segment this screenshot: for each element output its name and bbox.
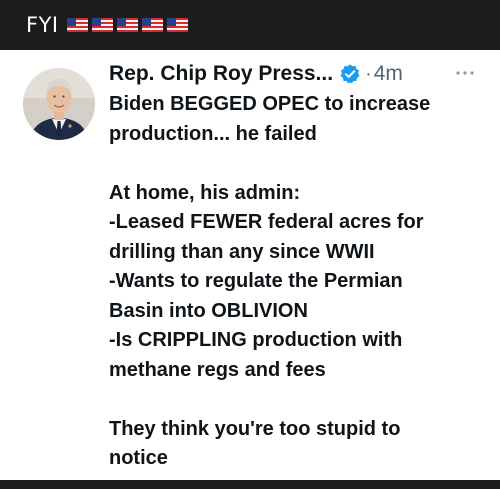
post-line: Basin into OBLIVION [109, 299, 308, 322]
author-name[interactable]: Rep. Chip Roy Press... [109, 62, 333, 86]
post-line: Biden BEGGED OPEC to increase [109, 93, 431, 115]
post-line: notice [109, 447, 168, 469]
more-options-icon[interactable] [455, 70, 475, 76]
post-line: At home, his admin: [109, 181, 301, 204]
post-card[interactable]: Rep. Chip Roy Press... · 4m Biden BEGGED… [0, 50, 500, 480]
avatar-portrait [23, 68, 95, 140]
separator-dot: · [365, 62, 372, 85]
top-bar: FYI [0, 0, 500, 50]
us-flag-icon [116, 18, 138, 32]
avatar[interactable] [23, 68, 95, 140]
post-timestamp[interactable]: 4m [374, 62, 403, 86]
post-line: They think you're too stupid to [109, 417, 401, 440]
post-line-blank [109, 385, 494, 415]
post-header: Rep. Chip Roy Press... · 4m [109, 62, 403, 86]
post-line: -Is CRIPPLING production with [109, 329, 403, 351]
post-line: -Leased FEWER federal acres for [109, 211, 424, 233]
verified-badge-icon [340, 64, 360, 84]
us-flag-icon [91, 18, 113, 32]
post-text: Biden BEGGED OPEC to increase production… [109, 90, 494, 474]
caption-text: FYI [26, 13, 59, 37]
us-flag-icon [66, 18, 88, 32]
post-line: drilling than any since WWII [109, 240, 375, 263]
flag-row [66, 18, 188, 32]
bottom-bar [0, 480, 500, 489]
us-flag-icon [141, 18, 163, 32]
us-flag-icon [166, 18, 188, 32]
post-line: production... he failed [109, 122, 317, 145]
post-line: methane regs and fees [109, 358, 326, 381]
post-line-blank [109, 149, 494, 179]
post-line: -Wants to regulate the Permian [109, 270, 403, 292]
